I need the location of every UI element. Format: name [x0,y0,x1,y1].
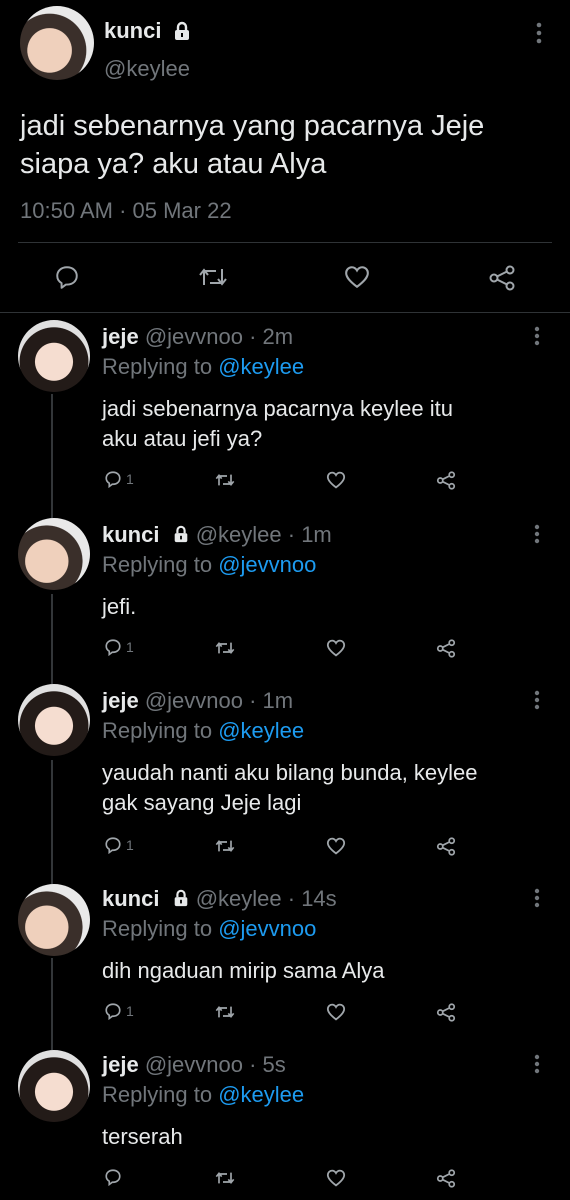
reply-text: yaudah nanti aku bilang bunda, keylee [102,760,478,785]
share-icon[interactable] [488,265,516,296]
more-icon[interactable] [534,1054,540,1079]
reply-avatar[interactable] [18,884,90,956]
reply-count: 1 [126,471,134,487]
like-button[interactable] [326,837,346,855]
replying-to: Replying to @keylee [102,1082,304,1108]
lock-icon [172,523,190,549]
reply-avatar[interactable] [18,518,90,590]
replying-label: Replying to [102,552,213,577]
reply-avatar[interactable] [18,320,90,392]
reply-button[interactable]: 1 [104,836,134,854]
tweet-text-line1: jadi sebenarnya yang pacarnya Jeje [20,110,485,142]
replying-handle[interactable]: @keylee [218,1082,304,1107]
replying-to: Replying to @jevvnoo [102,916,316,942]
share-button[interactable] [436,837,456,856]
reply-text: dih ngaduan mirip sama Alya [102,958,385,983]
like-button[interactable] [326,1169,346,1187]
replying-label: Replying to [102,1082,213,1107]
more-icon[interactable] [534,326,540,351]
share-button[interactable] [436,1003,456,1022]
author-name[interactable]: kunci [104,18,161,43]
divider [18,242,552,243]
retweet-button[interactable] [214,640,236,656]
lock-icon [172,21,192,46]
like-button[interactable] [326,471,346,489]
replying-label: Replying to [102,354,213,379]
retweet-button[interactable] [214,1170,236,1186]
retweet-button[interactable] [214,838,236,854]
more-icon[interactable] [534,888,540,913]
replying-to: Replying to @jevvnoo [102,552,316,578]
reply-name: jeje [102,324,139,349]
replying-handle[interactable]: @keylee [218,354,304,379]
replying-handle[interactable]: @jevvnoo [218,916,316,941]
like-icon[interactable] [344,265,370,294]
tweet-timestamp[interactable]: 10:50 AM · 05 Mar 22 [20,198,232,224]
reply-meta: @keylee · 1m [195,522,332,547]
reply-name: kunci [102,886,160,911]
reply-text: gak sayang Jeje lagi [102,790,302,815]
author-handle[interactable]: @keylee [104,56,190,82]
replying-to: Replying to @keylee [102,354,304,380]
replying-handle[interactable]: @jevvnoo [218,552,316,577]
reply-text: jefi. [102,594,137,619]
reply-header[interactable]: kunci @keylee · 1m [102,522,332,549]
tweet-text-line2: siapa ya? aku atau Alya [20,148,327,180]
author-name-row[interactable]: kunci [104,18,192,46]
share-button[interactable] [436,471,456,490]
reply-button[interactable] [104,1168,122,1186]
reply-text: jadi sebenarnya pacarnya keylee itu [102,396,454,421]
reply-button[interactable]: 1 [104,1002,134,1020]
reply-name: kunci [102,522,160,547]
thread-line [51,958,53,1050]
reply-text: aku atau jefi ya? [102,426,263,451]
reply-header[interactable]: jeje @jevvnoo · 2m [102,324,293,350]
replying-handle[interactable]: @keylee [218,718,304,743]
reply-header[interactable]: jeje @jevvnoo · 5s [102,1052,286,1078]
share-button[interactable] [436,639,456,658]
reply-count: 1 [126,837,134,853]
reply-count: 1 [126,639,134,655]
like-button[interactable] [326,639,346,657]
replying-label: Replying to [102,718,213,743]
author-avatar[interactable] [20,6,94,80]
reply-meta: @jevvnoo · 5s [144,1052,286,1077]
like-button[interactable] [326,1003,346,1021]
retweet-button[interactable] [214,1004,236,1020]
replying-label: Replying to [102,916,213,941]
more-icon[interactable] [534,690,540,715]
reply-name: jeje [102,688,139,713]
thread-line [51,394,53,518]
reply-header[interactable]: jeje @jevvnoo · 1m [102,688,293,714]
lock-icon [172,887,190,913]
reply-text: terserah [102,1124,183,1149]
more-icon[interactable] [536,22,542,49]
divider [0,312,570,313]
reply-count: 1 [126,1003,134,1019]
share-button[interactable] [436,1169,456,1188]
reply-button[interactable]: 1 [104,638,134,656]
reply-name: jeje [102,1052,139,1077]
reply-meta: @keylee · 14s [195,886,337,911]
reply-meta: @jevvnoo · 2m [144,324,294,349]
retweet-button[interactable] [214,472,236,488]
thread-line [51,760,53,884]
reply-avatar[interactable] [18,1050,90,1122]
reply-icon[interactable] [54,264,80,295]
reply-avatar[interactable] [18,684,90,756]
reply-button[interactable]: 1 [104,470,134,488]
thread-line [51,594,53,684]
reply-header[interactable]: kunci @keylee · 14s [102,886,337,913]
more-icon[interactable] [534,524,540,549]
replying-to: Replying to @keylee [102,718,304,744]
reply-meta: @jevvnoo · 1m [144,688,294,713]
retweet-icon[interactable] [198,265,228,294]
